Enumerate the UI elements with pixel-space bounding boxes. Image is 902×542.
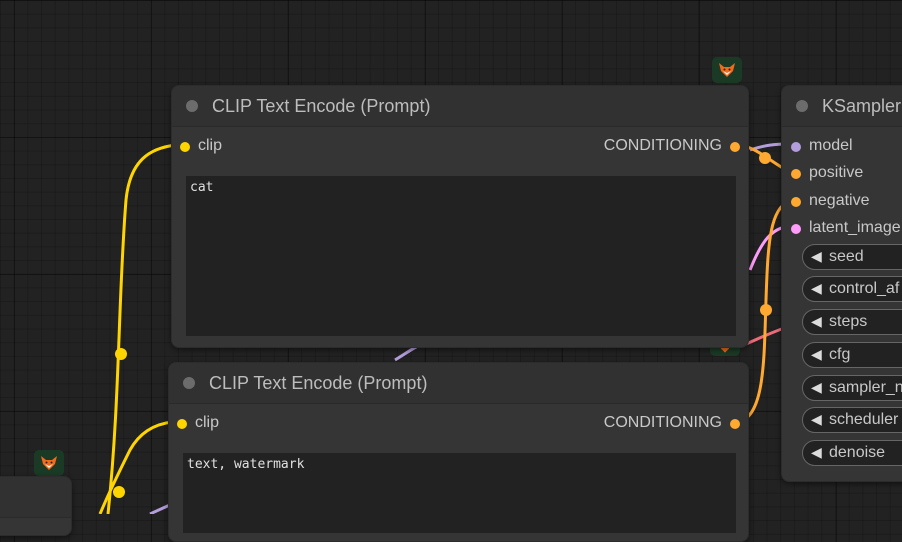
node-partial-left[interactable] (0, 476, 72, 536)
node-title: CLIP Text Encode (Prompt) (212, 96, 431, 116)
decrement-arrow-icon[interactable]: ◀ (811, 313, 822, 330)
decrement-arrow-icon[interactable]: ◀ (811, 248, 822, 265)
node-title: KSampler (822, 96, 902, 116)
link-midpoint-clip-negative (113, 486, 125, 498)
node-badge-clip-pos (712, 57, 742, 83)
prompt-textarea[interactable] (186, 176, 736, 336)
widget-sampler-name[interactable]: ◀ sampler_n (802, 375, 902, 401)
slot-dot-icon[interactable] (730, 419, 740, 429)
decrement-arrow-icon[interactable]: ◀ (811, 411, 822, 428)
clip-text-encode-positive-node[interactable]: CLIP Text Encode (Prompt) clip CONDITION… (171, 85, 749, 348)
input-slot-clip[interactable]: clip (180, 137, 222, 155)
slot-dot-icon[interactable] (177, 419, 187, 429)
link-midpoint-clip-positive (115, 348, 127, 360)
decrement-arrow-icon[interactable]: ◀ (811, 379, 822, 396)
output-slot-conditioning[interactable]: CONDITIONING (604, 137, 740, 155)
widget-label: seed (829, 248, 864, 265)
widget-steps[interactable]: ◀ steps (802, 309, 902, 335)
widget-label: control_af (829, 280, 900, 297)
node-header[interactable]: CLIP Text Encode (Prompt) (169, 363, 748, 404)
slot-label: positive (809, 164, 864, 181)
prompt-textarea[interactable] (183, 453, 736, 533)
slot-label: clip (198, 137, 223, 154)
slot-label: latent_image (809, 219, 901, 236)
slot-dot-icon[interactable] (180, 142, 190, 152)
widget-cfg[interactable]: ◀ cfg (802, 342, 902, 368)
node-header[interactable]: CLIP Text Encode (Prompt) (172, 86, 748, 127)
decrement-arrow-icon[interactable]: ◀ (811, 280, 822, 297)
clip-text-encode-negative-node[interactable]: CLIP Text Encode (Prompt) clip CONDITION… (168, 362, 749, 542)
input-slot-negative[interactable]: negative (791, 192, 870, 210)
input-slot-clip[interactable]: clip (177, 414, 219, 432)
node-header[interactable]: KSampler (782, 86, 902, 127)
collapse-dot-icon[interactable] (183, 377, 195, 389)
node-title: CLIP Text Encode (Prompt) (209, 373, 428, 393)
link-model-mid (394, 344, 419, 362)
widget-seed[interactable]: ◀ seed (802, 244, 902, 270)
node-badge-left (34, 450, 64, 476)
slot-label: clip (195, 414, 220, 431)
collapse-dot-icon[interactable] (186, 100, 198, 112)
slot-label: CONDITIONING (603, 414, 722, 431)
widget-label: cfg (829, 346, 851, 363)
ksampler-node[interactable]: KSampler model positive negative latent_… (781, 85, 902, 482)
widget-label: sampler_n (829, 379, 902, 396)
decrement-arrow-icon[interactable]: ◀ (811, 346, 822, 363)
widget-label: scheduler (829, 411, 899, 428)
slot-dot-icon[interactable] (791, 224, 801, 234)
input-slot-positive[interactable]: positive (791, 164, 863, 182)
fox-icon (719, 63, 735, 77)
widget-label: denoise (829, 444, 886, 461)
output-slot-conditioning[interactable]: CONDITIONING (604, 414, 740, 432)
decrement-arrow-icon[interactable]: ◀ (811, 444, 822, 461)
link-midpoint-positive (759, 152, 771, 164)
widget-denoise[interactable]: ◀ denoise (802, 440, 902, 466)
slot-label: negative (809, 192, 870, 209)
widget-label: steps (829, 313, 868, 330)
fox-icon (41, 456, 57, 470)
slot-dot-icon[interactable] (791, 197, 801, 207)
node-header[interactable] (0, 477, 71, 518)
widget-scheduler[interactable]: ◀ scheduler (802, 407, 902, 433)
node-graph-canvas[interactable]: CLIP Text Encode (Prompt) clip CONDITION… (0, 0, 902, 542)
input-slot-model[interactable]: model (791, 137, 853, 155)
input-slot-latent-image[interactable]: latent_image (791, 219, 901, 237)
slot-label: model (809, 137, 853, 154)
slot-dot-icon[interactable] (791, 169, 801, 179)
slot-dot-icon[interactable] (730, 142, 740, 152)
widget-control-after-generate[interactable]: ◀ control_af (802, 276, 902, 302)
slot-dot-icon[interactable] (791, 142, 801, 152)
link-midpoint-negative (760, 304, 772, 316)
slot-label: CONDITIONING (603, 137, 722, 154)
collapse-dot-icon[interactable] (796, 100, 808, 112)
link-clip-positive (106, 143, 177, 514)
